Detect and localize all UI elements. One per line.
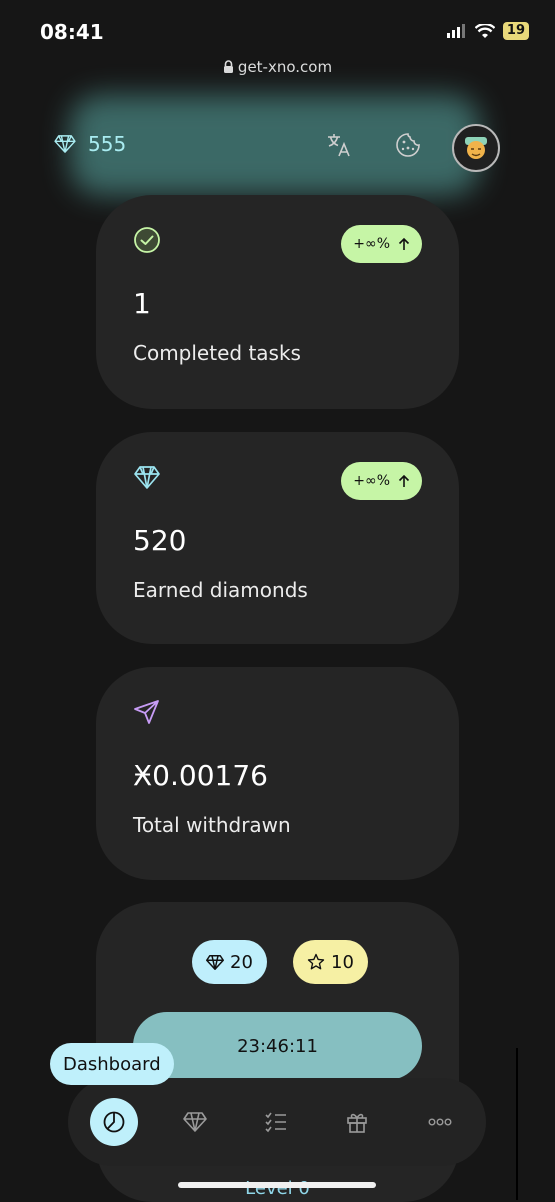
more-icon [428, 1118, 452, 1126]
send-icon [134, 700, 159, 724]
cookie-button[interactable] [395, 132, 421, 158]
url-bar[interactable]: get-xno.com [0, 58, 555, 76]
avatar-emoji-icon [465, 137, 487, 159]
earned-diamonds-card: +∞% 520 Earned diamonds [96, 432, 459, 644]
claim-timer-button[interactable]: 23:46:11 [133, 1012, 422, 1080]
total-withdrawn-card: Ӿ0.00176 Total withdrawn [96, 667, 459, 880]
app-header: 555 [0, 95, 555, 195]
diamond-icon [54, 135, 76, 153]
nav-tasks[interactable] [252, 1098, 300, 1146]
growth-badge: +∞% [341, 225, 422, 263]
star-reward-value: 10 [331, 951, 354, 973]
check-circle-icon [134, 227, 160, 253]
dashboard-icon [103, 1111, 125, 1133]
star-reward-pill: 10 [293, 940, 368, 984]
completed-tasks-card: +∞% 1 Completed tasks [96, 195, 459, 409]
scrollbar[interactable] [516, 1048, 518, 1200]
status-bar: 08:41 19 [0, 0, 555, 60]
translate-button[interactable] [326, 132, 352, 158]
url-text: get-xno.com [237, 58, 333, 76]
tasks-icon [265, 1112, 286, 1133]
star-icon [307, 953, 325, 970]
diamond-reward-pill: 20 [192, 940, 267, 984]
home-indicator[interactable] [178, 1182, 376, 1188]
growth-badge: +∞% [341, 462, 422, 500]
nav-diamonds[interactable] [171, 1098, 219, 1146]
diamond-reward-value: 20 [230, 951, 253, 973]
lock-icon [223, 60, 233, 73]
stat-label: Completed tasks [133, 341, 301, 365]
stat-value: Ӿ0.00176 [133, 759, 268, 792]
balance-value: 555 [88, 132, 127, 156]
arrow-up-icon [398, 474, 410, 487]
gift-icon [347, 1113, 367, 1133]
nav-gifts[interactable] [333, 1098, 381, 1146]
nav-tooltip: Dashboard [50, 1043, 174, 1085]
badge-text: +∞% [353, 473, 390, 489]
nav-more[interactable] [416, 1098, 464, 1146]
status-time: 08:41 [40, 20, 104, 44]
arrow-up-icon [398, 237, 410, 250]
wifi-icon [474, 23, 495, 38]
cookie-icon [396, 133, 420, 157]
battery-indicator: 19 [502, 22, 529, 40]
stat-label: Earned diamonds [133, 578, 308, 602]
stat-label: Total withdrawn [133, 813, 291, 837]
timer-text: 23:46:11 [237, 1035, 318, 1057]
avatar[interactable] [452, 124, 500, 172]
stat-value: 520 [133, 524, 187, 557]
nav-dashboard[interactable] [90, 1098, 138, 1146]
status-icons: 19 [446, 22, 529, 40]
signal-icon [446, 24, 465, 38]
diamond-balance[interactable]: 555 [54, 132, 126, 156]
diamond-icon [206, 954, 224, 970]
badge-text: +∞% [353, 236, 390, 252]
bottom-nav [68, 1078, 486, 1166]
translate-icon [328, 134, 350, 157]
stat-value: 1 [133, 287, 151, 320]
diamond-icon [183, 1112, 207, 1132]
diamond-icon [134, 466, 160, 489]
